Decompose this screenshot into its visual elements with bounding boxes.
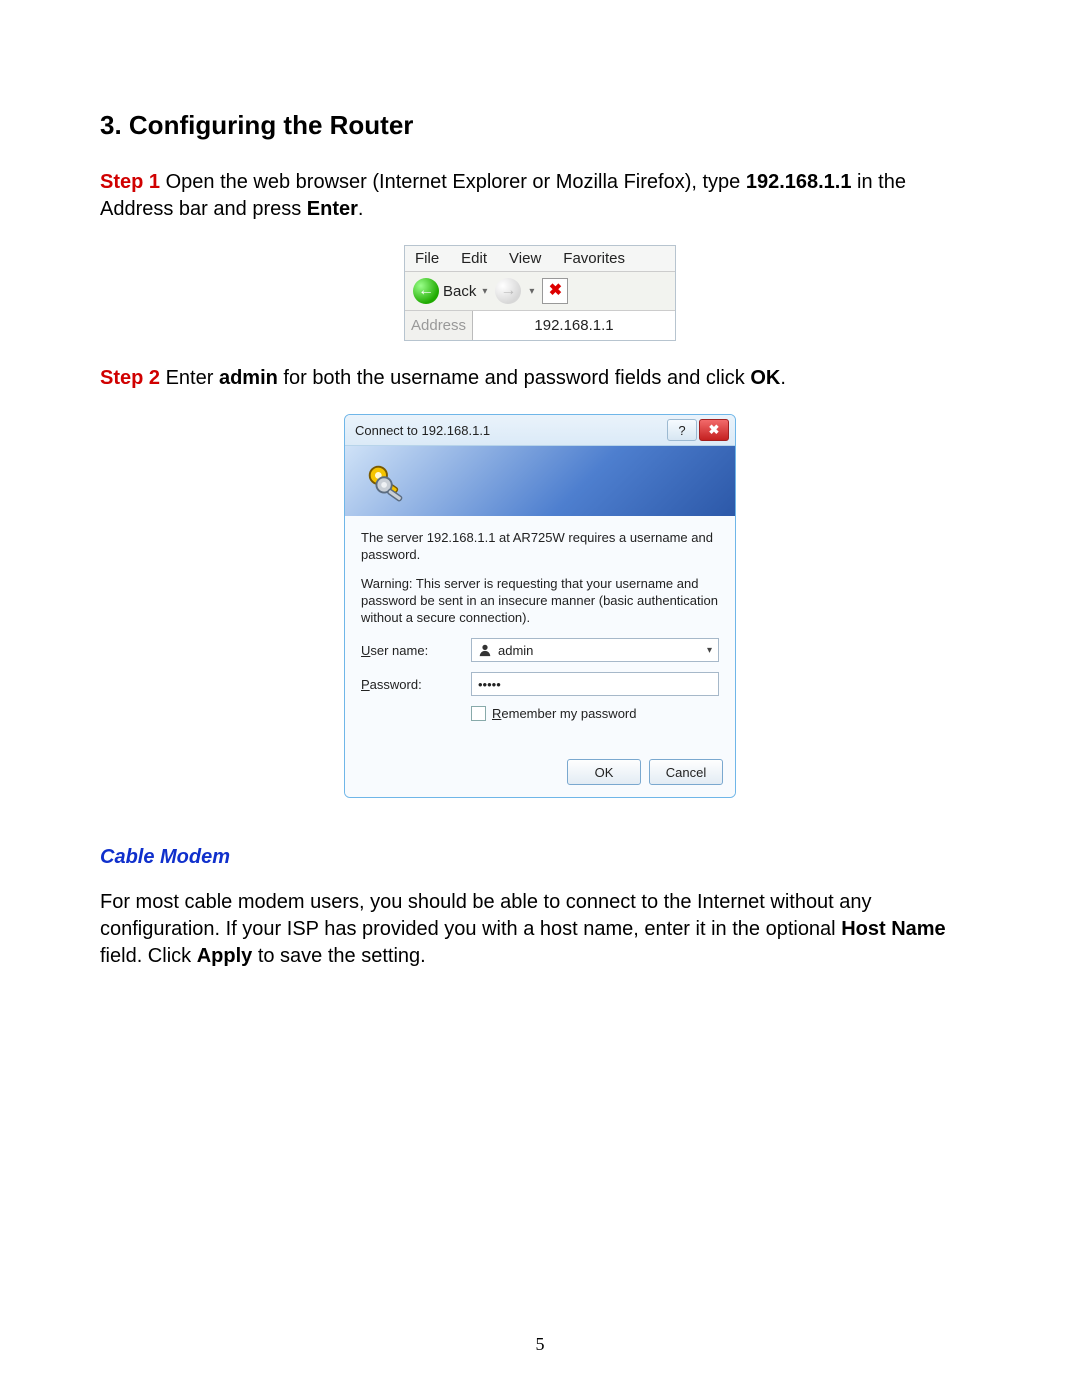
step2-text-a: Enter xyxy=(160,367,219,389)
step2-ok: OK xyxy=(750,367,780,389)
step1-enter: Enter xyxy=(307,198,358,220)
remember-row[interactable]: Remember my password xyxy=(471,706,719,721)
menu-edit[interactable]: Edit xyxy=(461,250,487,267)
back-label: Back xyxy=(443,283,476,300)
back-dropdown-icon[interactable]: ▾ xyxy=(482,286,487,297)
address-input[interactable]: 192.168.1.1 xyxy=(473,311,675,340)
step2-admin: admin xyxy=(219,367,278,389)
step2-text-c: . xyxy=(780,367,786,389)
dialog-title-bar: Connect to 192.168.1.1 ? ✖ xyxy=(345,415,735,446)
user-icon xyxy=(478,643,492,657)
stop-button[interactable]: ✖ xyxy=(542,278,568,304)
remember-label: Remember my password xyxy=(492,706,637,721)
apply-bold: Apply xyxy=(197,945,253,967)
forward-dropdown-icon[interactable]: ▾ xyxy=(529,286,534,297)
dialog-body: The server 192.168.1.1 at AR725W require… xyxy=(345,516,735,759)
stop-icon: ✖ xyxy=(549,283,562,299)
auth-dialog: Connect to 192.168.1.1 ? ✖ The server 19… xyxy=(344,414,736,798)
combo-arrow-icon[interactable]: ▾ xyxy=(707,645,712,656)
cable-text-b: field. Click xyxy=(100,945,197,967)
username-label: User name: xyxy=(361,643,471,658)
close-button[interactable]: ✖ xyxy=(699,419,729,441)
back-icon: ← xyxy=(413,278,439,304)
cable-text-a: For most cable modem users, you should b… xyxy=(100,891,872,940)
password-input[interactable]: ••••• xyxy=(471,672,719,696)
browser-figure: File Edit View Favorites ← Back ▾ → ▾ ✖ … xyxy=(404,245,676,341)
step1-paragraph: Step 1 Open the web browser (Internet Ex… xyxy=(100,169,980,223)
username-value: admin xyxy=(498,643,533,658)
password-row: Password: ••••• xyxy=(361,672,719,696)
step1-label: Step 1 xyxy=(100,171,160,193)
password-value: ••••• xyxy=(478,677,501,692)
dialog-button-row: OK Cancel xyxy=(345,759,735,797)
close-icon: ✖ xyxy=(709,422,720,438)
address-bar: Address 192.168.1.1 xyxy=(405,311,675,340)
back-button[interactable]: ← Back ▾ xyxy=(413,278,489,304)
step2-label: Step 2 xyxy=(100,367,160,389)
browser-menu-bar: File Edit View Favorites xyxy=(405,246,675,272)
cancel-button[interactable]: Cancel xyxy=(649,759,723,785)
dialog-message-2: Warning: This server is requesting that … xyxy=(361,576,719,627)
cable-text-c: to save the setting. xyxy=(252,945,425,967)
step2-paragraph: Step 2 Enter admin for both the username… xyxy=(100,365,980,392)
address-label: Address xyxy=(405,311,473,340)
menu-file[interactable]: File xyxy=(415,250,439,267)
step2-text-b: for both the username and password field… xyxy=(278,367,750,389)
help-icon: ? xyxy=(678,423,685,438)
hostname-bold: Host Name xyxy=(841,918,945,940)
password-label: Password: xyxy=(361,677,471,692)
step1-text-a: Open the web browser (Internet Explorer … xyxy=(160,171,746,193)
dialog-message-1: The server 192.168.1.1 at AR725W require… xyxy=(361,530,719,564)
cable-modem-heading: Cable Modem xyxy=(100,846,980,869)
menu-view[interactable]: View xyxy=(509,250,541,267)
section-heading: 3. Configuring the Router xyxy=(100,110,980,141)
step1-text-c: . xyxy=(358,198,364,220)
username-row: User name: admin ▾ xyxy=(361,638,719,662)
dialog-banner xyxy=(345,446,735,516)
cable-modem-paragraph: For most cable modem users, you should b… xyxy=(100,889,980,970)
help-button[interactable]: ? xyxy=(667,419,697,441)
browser-toolbar: ← Back ▾ → ▾ ✖ xyxy=(405,272,675,311)
keys-icon xyxy=(363,460,409,506)
step1-ip: 192.168.1.1 xyxy=(746,171,852,193)
page-number: 5 xyxy=(0,1334,1080,1355)
forward-button[interactable]: → xyxy=(495,278,521,304)
dialog-title-text: Connect to 192.168.1.1 xyxy=(355,423,490,438)
remember-checkbox[interactable] xyxy=(471,706,486,721)
ok-button[interactable]: OK xyxy=(567,759,641,785)
menu-favorites[interactable]: Favorites xyxy=(563,250,625,267)
username-input[interactable]: admin ▾ xyxy=(471,638,719,662)
